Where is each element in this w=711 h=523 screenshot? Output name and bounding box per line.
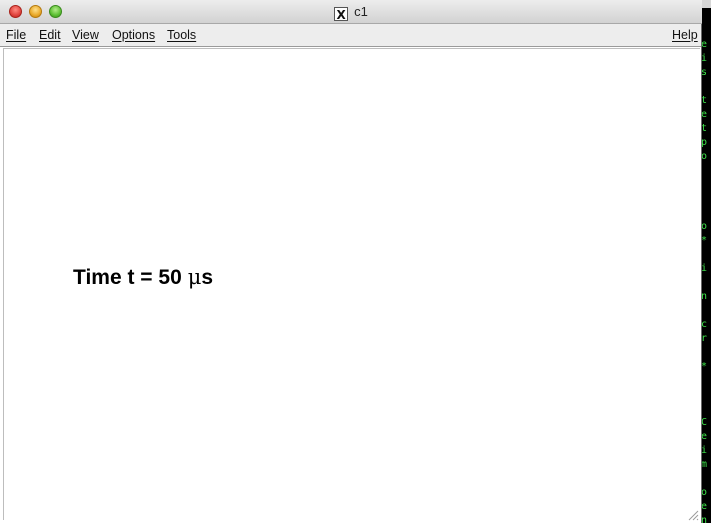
menu-file[interactable]: File	[6, 28, 26, 42]
time-label-unit-prefix: μ	[187, 265, 202, 289]
menu-edit[interactable]: Edit	[39, 28, 61, 42]
menubar: File Edit View Options Tools Help	[0, 24, 701, 47]
time-label-unit: s	[201, 266, 214, 289]
menu-tools[interactable]: Tools	[167, 28, 196, 42]
window-title: c1	[354, 4, 368, 19]
drawing-canvas[interactable]: Time t = 50 μs	[3, 48, 700, 520]
resize-grip-icon[interactable]	[687, 509, 699, 521]
window-title-group: Xc1	[0, 4, 702, 22]
x11-app-icon: X	[334, 7, 349, 22]
menu-view[interactable]: View	[72, 28, 99, 42]
canvas-window: Xc1 File Edit View Options Tools Help Ti…	[0, 0, 702, 523]
menu-options[interactable]: Options	[112, 28, 155, 42]
time-label-value: Time t = 50	[73, 266, 182, 289]
time-label: Time t = 50 μs	[73, 265, 213, 290]
menu-help[interactable]: Help	[672, 28, 698, 42]
titlebar[interactable]: Xc1	[0, 0, 702, 24]
